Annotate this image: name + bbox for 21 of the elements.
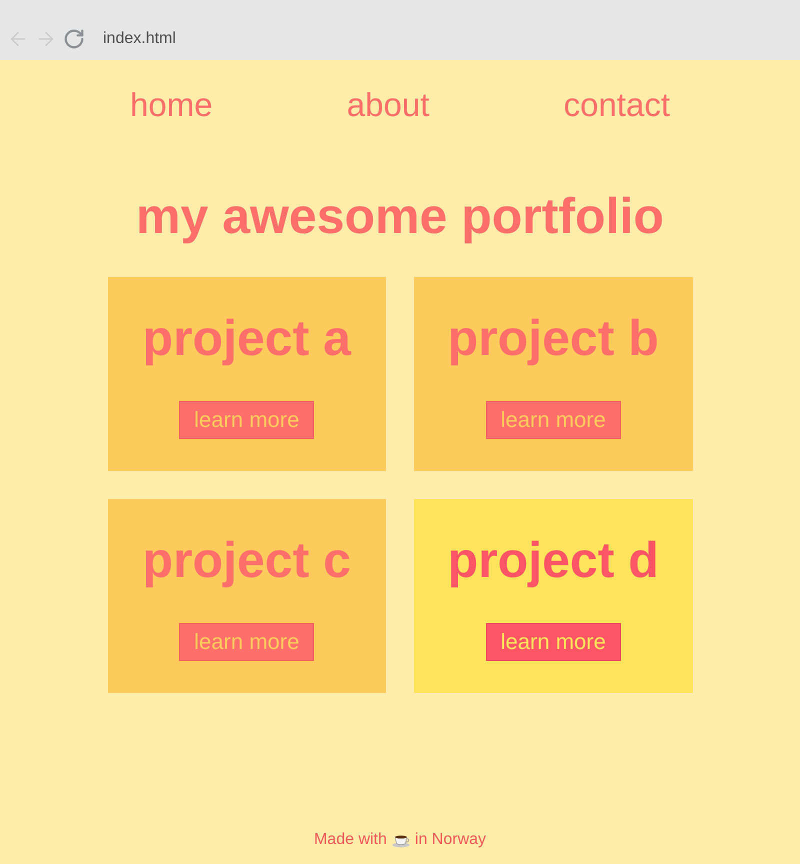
page-title: my awesome portfolio <box>135 187 665 245</box>
footer-text: Made with <box>314 830 387 850</box>
project-card[interactable]: project a learn more <box>108 277 386 471</box>
nav-link[interactable]: contact <box>564 86 670 124</box>
project-title: project c <box>142 531 351 589</box>
learn-more-button[interactable]: learn more <box>486 623 621 661</box>
project-title: project d <box>448 531 659 589</box>
learn-more-button[interactable]: learn more <box>179 401 314 439</box>
learn-more-button[interactable]: learn more <box>179 623 314 661</box>
project-card[interactable]: project c learn more <box>108 499 386 693</box>
project-title: project b <box>448 309 659 367</box>
project-title: project a <box>142 309 351 367</box>
reload-icon[interactable] <box>63 28 85 50</box>
project-card[interactable]: project b learn more <box>414 277 692 471</box>
learn-more-button[interactable]: learn more <box>486 401 621 439</box>
project-card[interactable]: project d learn more <box>414 499 692 693</box>
page-address: index.html <box>103 29 176 49</box>
nav-link[interactable]: home <box>130 86 213 124</box>
footer-text: in Norway <box>414 830 486 850</box>
coffee-cup-icon <box>392 832 410 848</box>
nav-link[interactable]: about <box>346 86 430 124</box>
